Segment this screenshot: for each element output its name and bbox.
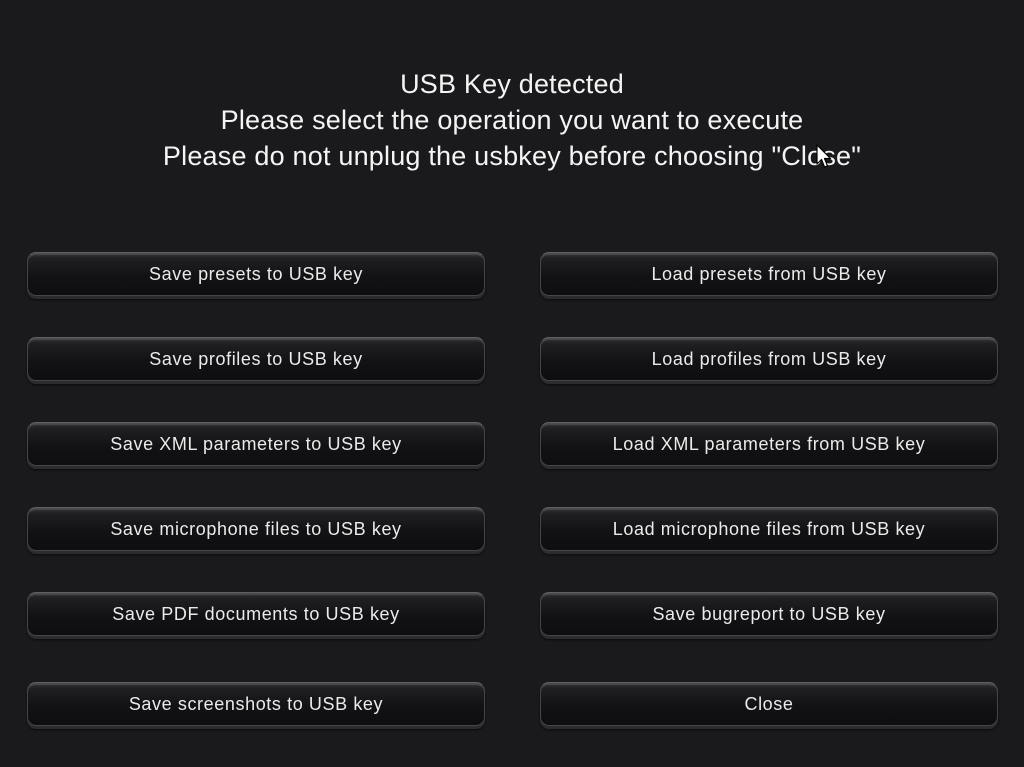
load-xml-parameters-button[interactable]: Load XML parameters from USB key xyxy=(540,422,998,466)
load-microphone-files-button[interactable]: Load microphone files from USB key xyxy=(540,507,998,551)
load-presets-button[interactable]: Load presets from USB key xyxy=(540,252,998,296)
save-microphone-files-button[interactable]: Save microphone files to USB key xyxy=(27,507,485,551)
title: USB Key detected xyxy=(400,69,624,99)
mouse-pointer-icon xyxy=(816,144,832,170)
instruction-text: Please select the operation you want to … xyxy=(220,105,804,135)
save-pdf-documents-button[interactable]: Save PDF documents to USB key xyxy=(27,592,485,636)
dialog-header: USB Key detected Please select the opera… xyxy=(0,66,1024,174)
save-bugreport-button[interactable]: Save bugreport to USB key xyxy=(540,592,998,636)
save-xml-parameters-button[interactable]: Save XML parameters to USB key xyxy=(27,422,485,466)
save-profiles-button[interactable]: Save profiles to USB key xyxy=(27,337,485,381)
save-presets-button[interactable]: Save presets to USB key xyxy=(27,252,485,296)
close-button[interactable]: Close xyxy=(540,682,998,726)
warning-text: Please do not unplug the usbkey before c… xyxy=(162,141,862,171)
load-profiles-button[interactable]: Load profiles from USB key xyxy=(540,337,998,381)
save-screenshots-button[interactable]: Save screenshots to USB key xyxy=(27,682,485,726)
